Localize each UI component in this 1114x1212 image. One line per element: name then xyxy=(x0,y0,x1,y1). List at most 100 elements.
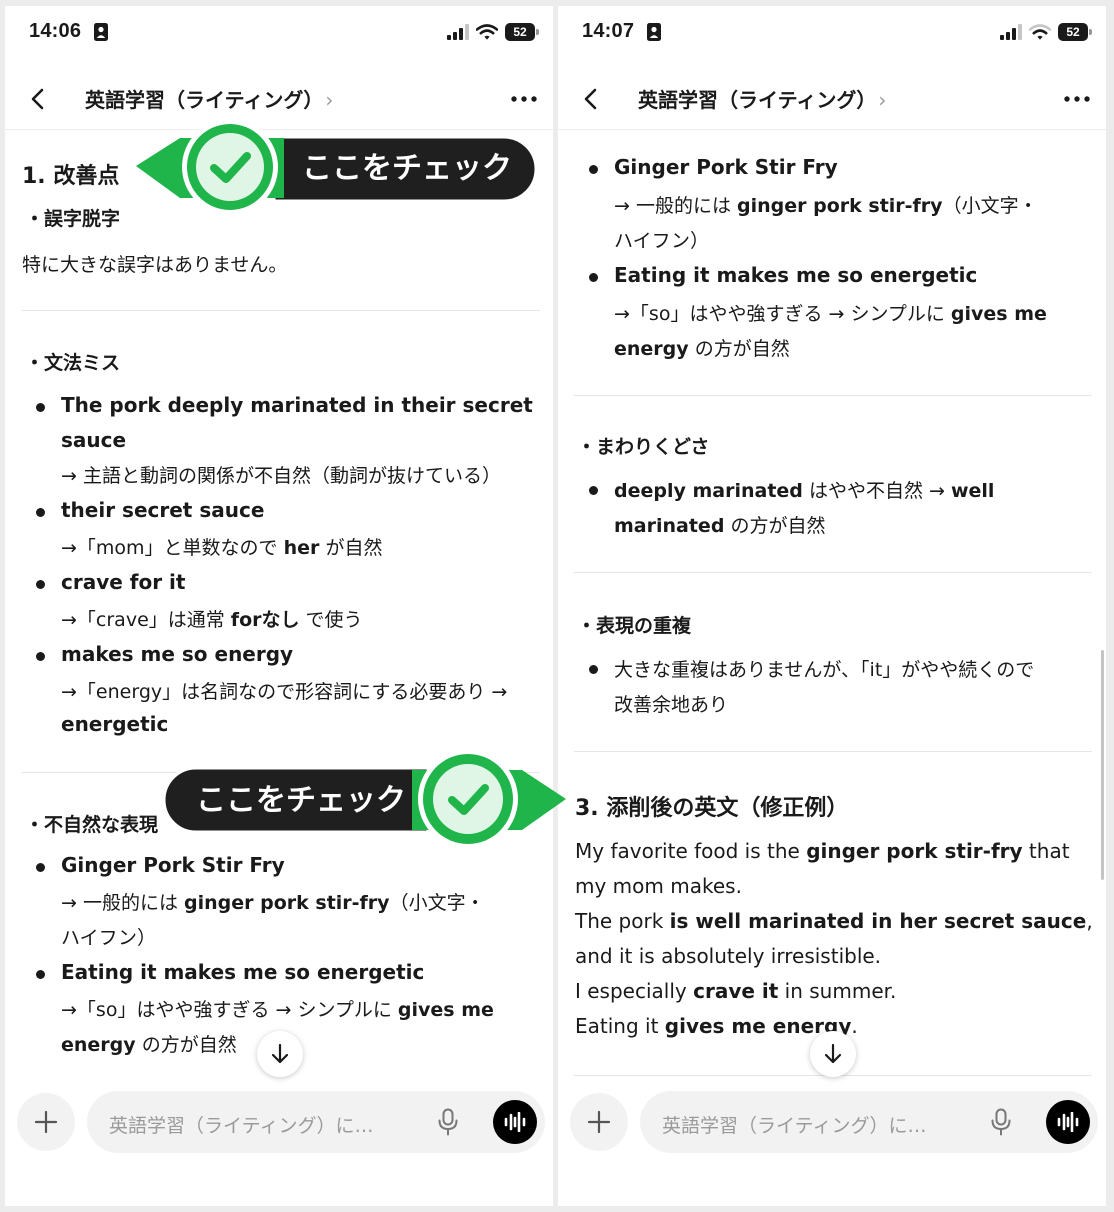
scroll-down-button[interactable] xyxy=(257,1031,303,1077)
person-icon xyxy=(94,23,108,41)
composer: 英語学習（ライティング）に… xyxy=(558,1088,1106,1178)
grammar-item-note: →「crave」は通常 forなし で使う xyxy=(61,609,363,631)
redundancy-heading: ・表現の重複 xyxy=(577,615,692,637)
chat-title-text: 英語学習（ライティング） xyxy=(638,88,877,112)
natural-item-note: → 一般的には ginger pork stir-fry（小文字・ xyxy=(614,195,1038,217)
chat-content: 1. 改善点 ・誤字脱字 特に大きな誤字はありません。 ・文法ミス The po… xyxy=(5,130,553,1088)
status-icons: 52 xyxy=(447,21,539,43)
callout-label: ここをチェック xyxy=(302,151,512,186)
chat-content: Ginger Pork Stir Fry → 一般的には ginger pork… xyxy=(558,130,1106,1088)
natural-item-title: Ginger Pork Stir Fry xyxy=(614,155,838,179)
natural-item-note: → 一般的には ginger pork stir-fry（小文字・ xyxy=(61,892,485,914)
message-input[interactable]: 英語学習（ライティング）に… xyxy=(87,1091,545,1153)
grammar-item-note: → 主語と動詞の関係が不自然（動詞が抜けている） xyxy=(61,465,501,487)
check-callout: ここをチェック xyxy=(134,116,540,222)
status-bar: 14:06 52 xyxy=(5,6,553,58)
voice-waveform-icon xyxy=(504,1112,526,1132)
bullet xyxy=(36,403,45,412)
microphone-icon[interactable] xyxy=(990,1108,1012,1136)
signal-icon xyxy=(1000,24,1022,40)
grammar-item-note: →「mom」と単数なので her が自然 xyxy=(61,537,383,559)
composer: 英語学習（ライティング）に… xyxy=(5,1088,553,1178)
grammar-item-title: makes me so energy xyxy=(61,642,294,666)
callout-label: ここをチェック xyxy=(196,783,406,818)
voice-mode-button[interactable] xyxy=(493,1100,537,1144)
natural-heading: ・不自然な表現 xyxy=(25,814,159,836)
divider xyxy=(574,751,1092,752)
status-time: 14:07 xyxy=(582,20,635,42)
awkward-heading: ・まわりくどさ xyxy=(577,436,710,458)
grammar-heading: ・文法ミス xyxy=(25,352,121,374)
plus-icon xyxy=(34,1110,58,1134)
bullet xyxy=(589,273,598,282)
natural-item-title: Eating it makes me so energetic xyxy=(61,960,425,984)
grammar-item-title: The pork deeply marinated in their secre… xyxy=(61,393,533,417)
status-bar: 14:07 52 xyxy=(558,6,1106,58)
voice-waveform-icon xyxy=(1057,1112,1079,1132)
add-button[interactable] xyxy=(570,1093,628,1151)
more-options-icon[interactable] xyxy=(1062,88,1092,110)
wifi-icon xyxy=(1029,24,1051,40)
grammar-item-note: →「energy」は名詞なので形容詞にする必要あり → xyxy=(61,681,508,703)
divider xyxy=(574,572,1092,573)
typo-text: 特に大きな誤字はありません。 xyxy=(22,254,288,276)
message-input-placeholder: 英語学習（ライティング）に… xyxy=(109,1115,374,1137)
battery-icon: 52 xyxy=(1058,23,1092,41)
message-input-placeholder: 英語学習（ライティング）に… xyxy=(662,1115,927,1137)
chat-title[interactable]: 英語学習（ライティング） › xyxy=(638,84,886,113)
title-chevron-icon: › xyxy=(878,88,887,112)
scrollbar[interactable] xyxy=(1101,650,1104,880)
section-title: 1. 改善点 xyxy=(22,164,120,189)
person-icon xyxy=(647,23,661,41)
grammar-item-title: their secret sauce xyxy=(61,498,265,522)
redundancy-item: 改善余地あり xyxy=(614,694,729,716)
grammar-item-title: sauce xyxy=(61,428,127,452)
message-input[interactable]: 英語学習（ライティング）に… xyxy=(640,1091,1098,1153)
awkward-item: marinated の方が自然 xyxy=(614,515,826,537)
nav-bar: 英語学習（ライティング） › xyxy=(558,68,1106,130)
arrow-down-icon xyxy=(271,1043,289,1064)
bullet xyxy=(36,508,45,517)
wifi-icon xyxy=(476,24,498,40)
grammar-item-note: energetic xyxy=(61,712,169,736)
bullet xyxy=(36,580,45,589)
bullet xyxy=(589,486,598,495)
scroll-down-button[interactable] xyxy=(810,1031,856,1077)
microphone-icon[interactable] xyxy=(437,1108,459,1136)
redundancy-item: 大きな重複はありませんが、「it」がやや続くので xyxy=(614,659,1035,681)
back-chevron-icon[interactable] xyxy=(578,86,604,112)
natural-item-note: ハイフン） xyxy=(61,927,157,949)
add-button[interactable] xyxy=(17,1093,75,1151)
battery-level: 52 xyxy=(1066,25,1080,39)
corrected-text-line: my mom makes. xyxy=(575,874,742,898)
natural-item-title: Eating it makes me so energetic xyxy=(614,263,978,287)
natural-item-note: energy の方が自然 xyxy=(614,338,790,360)
natural-item-note: →「so」はやや強すぎる → シンプルに gives me xyxy=(61,999,494,1021)
section-title: 3. 添削後の英文（修正例） xyxy=(575,796,849,821)
awkward-item: deeply marinated はやや不自然 → well xyxy=(614,480,995,502)
plus-icon xyxy=(587,1110,611,1134)
natural-item-title: Ginger Pork Stir Fry xyxy=(61,853,285,877)
phone-screen-right: 14:07 52 英語学習（ライティング） › Ginger Pork Stir… xyxy=(558,6,1106,1206)
chat-title[interactable]: 英語学習（ライティング） › xyxy=(85,84,333,113)
corrected-text-line: Eating it gives me energy. xyxy=(575,1014,858,1038)
status-time: 14:06 xyxy=(29,20,82,42)
back-chevron-icon[interactable] xyxy=(25,86,51,112)
corrected-text-line: My favorite food is the ginger pork stir… xyxy=(575,839,1070,863)
natural-item-note: →「so」はやや強すぎる → シンプルに gives me xyxy=(614,303,1047,325)
battery-icon: 52 xyxy=(505,23,539,41)
bullet xyxy=(589,165,598,174)
bullet xyxy=(36,970,45,979)
bullet xyxy=(589,665,598,674)
divider xyxy=(574,395,1092,396)
chat-title-text: 英語学習（ライティング） xyxy=(85,88,324,112)
corrected-text-line: The pork is well marinated in her secret… xyxy=(575,909,1093,933)
signal-icon xyxy=(447,24,469,40)
natural-item-note: energy の方が自然 xyxy=(61,1034,237,1056)
bullet xyxy=(36,652,45,661)
more-options-icon[interactable] xyxy=(509,88,539,110)
title-chevron-icon: › xyxy=(325,88,334,112)
voice-mode-button[interactable] xyxy=(1046,1100,1090,1144)
corrected-text-line: and it is absolutely irresistible. xyxy=(575,944,882,968)
corrected-text-line: I especially crave it in summer. xyxy=(575,979,897,1003)
